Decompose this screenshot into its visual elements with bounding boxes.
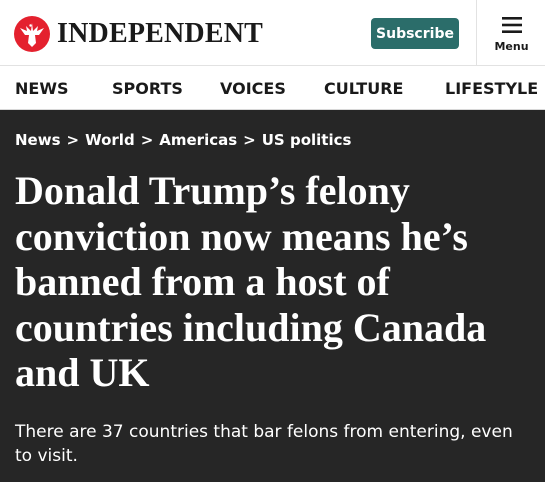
eagle-logo-icon: [14, 16, 50, 52]
section-nav: NEWS SPORTS VOICES CULTURE LIFESTYLE: [0, 66, 545, 110]
article-standfirst: There are 37 countries that bar felons f…: [15, 422, 513, 466]
nav-item-lifestyle[interactable]: LIFESTYLE: [445, 79, 538, 98]
breadcrumb: News > World > Americas > US politics: [15, 131, 351, 149]
headline-line: conviction now means he’s: [15, 213, 468, 259]
menu-label: Menu: [494, 40, 529, 53]
logo[interactable]: INDEPENDENT: [14, 15, 263, 53]
hamburger-menu-icon: [502, 17, 522, 33]
menu-button[interactable]: Menu: [476, 0, 545, 66]
breadcrumb-us-politics[interactable]: US politics: [262, 131, 352, 149]
breadcrumb-americas[interactable]: Americas: [159, 131, 237, 149]
nav-item-sports[interactable]: SPORTS: [112, 79, 183, 98]
breadcrumb-world[interactable]: World: [85, 131, 135, 149]
subscribe-button[interactable]: Subscribe: [371, 18, 459, 49]
site-header: INDEPENDENT Subscribe Menu: [0, 0, 545, 66]
article-headline: Donald Trump’s felony conviction now mea…: [15, 168, 535, 396]
nav-item-voices[interactable]: VOICES: [220, 79, 286, 98]
headline-line: and UK: [15, 350, 150, 395]
breadcrumb-news[interactable]: News: [15, 131, 61, 149]
nav-item-culture[interactable]: CULTURE: [324, 79, 403, 98]
breadcrumb-separator: >: [66, 131, 80, 149]
breadcrumb-separator: >: [140, 131, 154, 149]
nav-item-news[interactable]: NEWS: [15, 79, 69, 98]
headline-line: Donald Trump’s felony: [15, 168, 410, 213]
breadcrumb-separator: >: [243, 131, 256, 149]
headline-line: banned from a host of: [15, 259, 390, 304]
logo-wordmark: INDEPENDENT: [57, 18, 264, 49]
headline-line: countries including Canada: [15, 304, 487, 350]
